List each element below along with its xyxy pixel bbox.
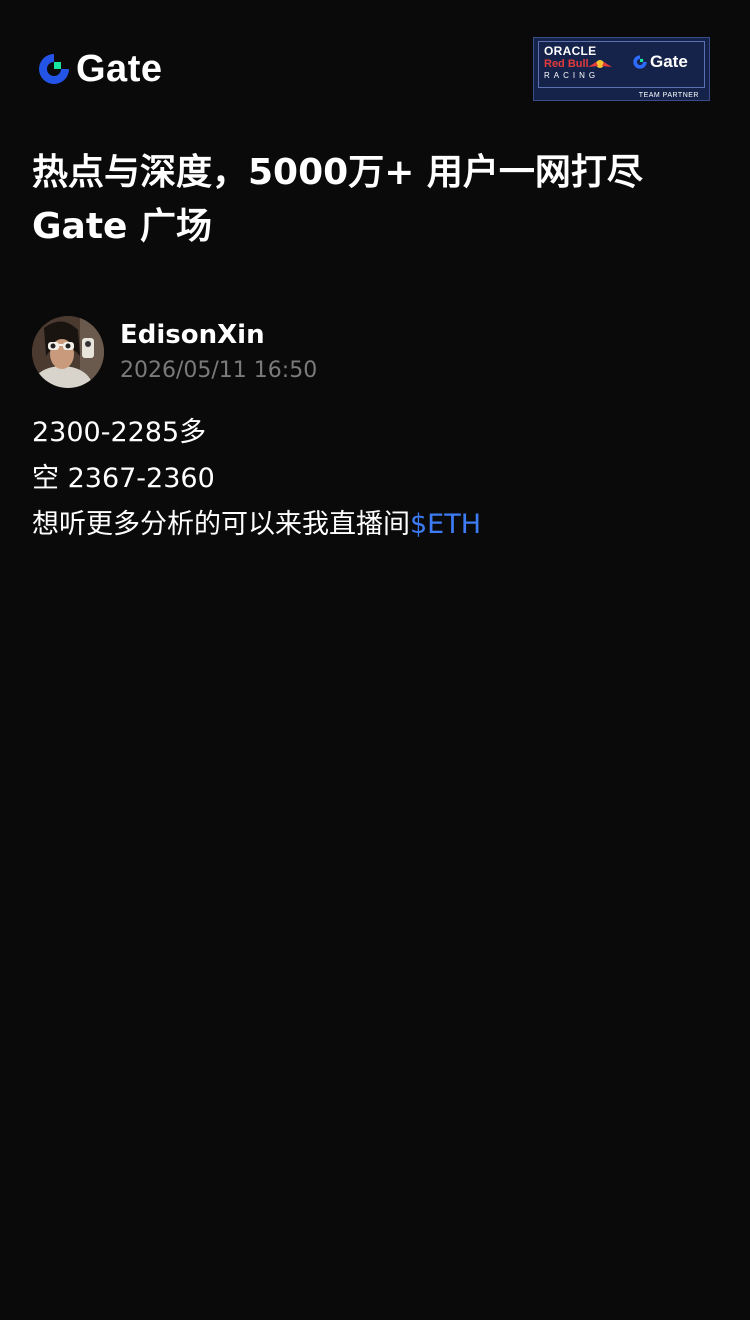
author-name[interactable]: EdisonXin bbox=[120, 318, 265, 352]
headline-line-2: Gate 广场 bbox=[32, 206, 213, 247]
gate-logo-icon bbox=[39, 54, 69, 84]
post-line-3-text: 想听更多分析的可以来我直播间 bbox=[32, 509, 410, 540]
post-line-2: 空 2367-2360 bbox=[32, 463, 215, 494]
header: Gate ORACLE Red Bull RACING Gate TEAM PA… bbox=[0, 0, 750, 120]
team-partner-label: TEAM PARTNER bbox=[638, 92, 699, 99]
page-headline: 热点与深度，5000万+ 用户一网打尽 Gate 广场 bbox=[32, 146, 722, 254]
gate-logo[interactable]: Gate bbox=[36, 50, 162, 88]
red-bull-wordmark: Red Bull bbox=[544, 58, 589, 70]
post-author[interactable]: EdisonXin 2026/05/11 16:50 bbox=[32, 316, 722, 388]
racing-wordmark: RACING bbox=[544, 71, 600, 80]
badge-gate-text: Gate bbox=[650, 52, 688, 71]
eth-ticker-link[interactable]: $ETH bbox=[410, 509, 481, 540]
avatar[interactable] bbox=[32, 316, 104, 388]
gate-logo-icon bbox=[633, 55, 647, 69]
post-line-1: 2300-2285多 bbox=[32, 417, 207, 448]
logo-text: Gate bbox=[76, 48, 163, 90]
avatar-image bbox=[32, 316, 104, 388]
post-line-3: 想听更多分析的可以来我直播间$ETH bbox=[32, 502, 722, 548]
badge-gate-logo: Gate bbox=[632, 52, 688, 72]
post-content: 2300-2285多 空 2367-2360 想听更多分析的可以来我直播间$ET… bbox=[32, 410, 722, 548]
team-partner-badge: ORACLE Red Bull RACING Gate TEAM PARTNER bbox=[533, 37, 710, 101]
oracle-wordmark: ORACLE bbox=[544, 44, 597, 58]
headline-line-1: 热点与深度，5000万+ 用户一网打尽 bbox=[32, 152, 643, 193]
post-timestamp: 2026/05/11 16:50 bbox=[120, 358, 318, 383]
red-bull-icon bbox=[588, 60, 612, 68]
